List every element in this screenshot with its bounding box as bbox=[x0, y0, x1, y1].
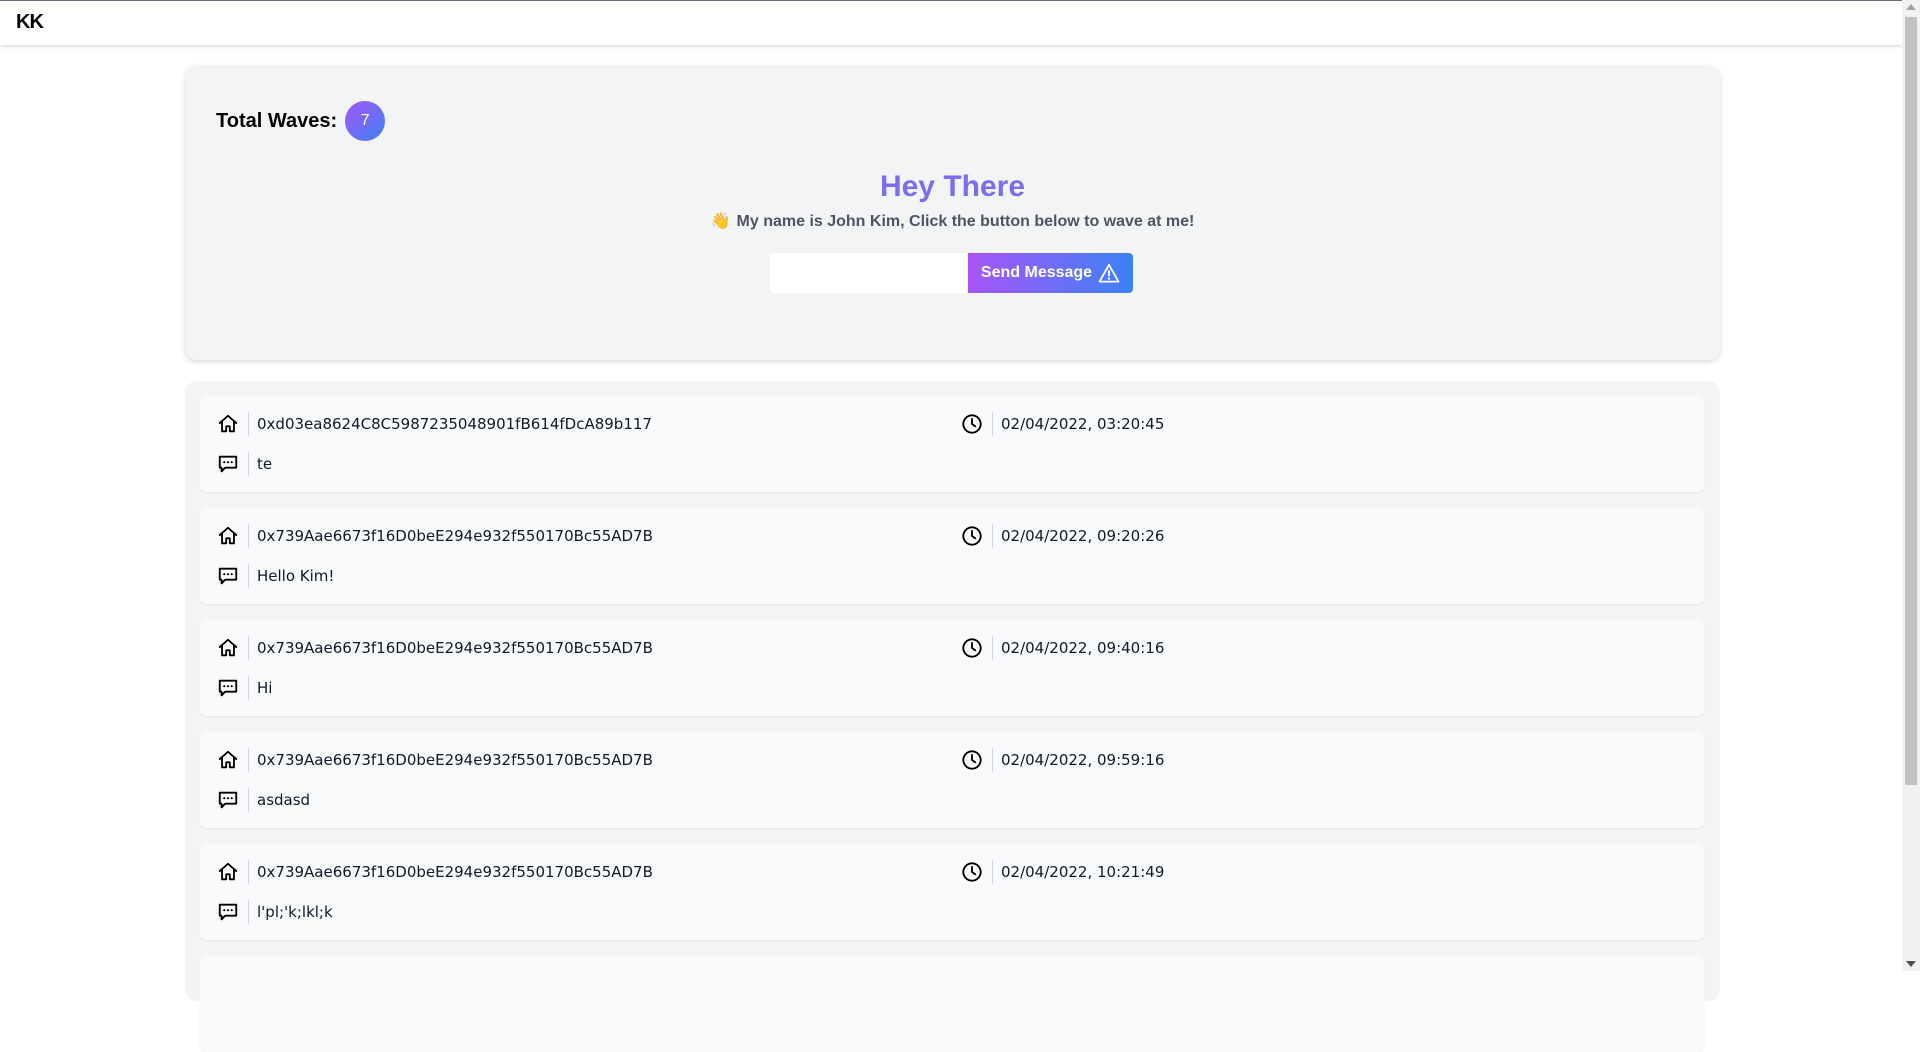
chat-icon bbox=[214, 450, 242, 478]
wave-card: 0x739Aae6673f16D0beE294e932f550170Bc55AD… bbox=[200, 732, 1704, 828]
wave-address-row: 0x739Aae6673f16D0beE294e932f550170Bc55AD… bbox=[214, 858, 653, 886]
wave-address: 0xd03ea8624C8C5987235048901fB614fDcA89b1… bbox=[257, 415, 652, 433]
wave-address-row: 0xd03ea8624C8C5987235048901fB614fDcA89b1… bbox=[214, 410, 652, 438]
chat-icon bbox=[214, 786, 242, 814]
wave-time-row: 02/04/2022, 09:59:16 bbox=[958, 746, 1164, 774]
clock-icon bbox=[958, 522, 986, 550]
wave-address: 0x739Aae6673f16D0beE294e932f550170Bc55AD… bbox=[257, 639, 653, 657]
wave-time-row: 02/04/2022, 10:21:49 bbox=[958, 858, 1164, 886]
total-waves: Total Waves: 7 bbox=[216, 101, 386, 141]
send-message-label: Send Message bbox=[980, 264, 1093, 281]
divider bbox=[992, 860, 993, 884]
wave-address-row: 0x739Aae6673f16D0beE294e932f550170Bc55AD… bbox=[214, 746, 653, 774]
wave-time-row: 02/04/2022, 09:20:26 bbox=[958, 522, 1164, 550]
navbar: KK bbox=[0, 1, 1902, 45]
waves-list: 0xd03ea8624C8C5987235048901fB614fDcA89b1… bbox=[185, 381, 1720, 1052]
wave-message: asdasd bbox=[257, 791, 311, 809]
chat-icon bbox=[214, 898, 242, 926]
clock-icon bbox=[958, 634, 986, 662]
wave-card: 0x739Aae6673f16D0beE294e932f550170Bc55AD… bbox=[200, 508, 1704, 604]
wave-address-row: 0x739Aae6673f16D0beE294e932f550170Bc55AD… bbox=[214, 634, 653, 662]
wave-address: 0x739Aae6673f16D0beE294e932f550170Bc55AD… bbox=[257, 527, 653, 545]
scroll-down-arrow[interactable] bbox=[1906, 961, 1916, 967]
home-icon bbox=[214, 634, 242, 662]
wave-message-row: Hi bbox=[214, 674, 272, 702]
divider bbox=[248, 524, 249, 548]
wave-address-row: 0x739Aae6673f16D0beE294e932f550170Bc55AD… bbox=[214, 522, 653, 550]
scrollbar-thumb[interactable] bbox=[1905, 17, 1917, 785]
chat-icon bbox=[214, 674, 242, 702]
wave-time-row: 02/04/2022, 09:40:16 bbox=[958, 634, 1164, 662]
waving-hand-icon: 👋 bbox=[710, 213, 731, 230]
total-waves-count-badge: 7 bbox=[345, 101, 386, 141]
divider bbox=[248, 636, 249, 660]
wave-timestamp: 02/04/2022, 03:20:45 bbox=[1001, 415, 1165, 433]
warning-triangle-icon bbox=[1098, 263, 1120, 283]
divider bbox=[992, 748, 993, 772]
divider bbox=[248, 452, 249, 476]
wave-timestamp: 02/04/2022, 09:59:16 bbox=[1001, 751, 1165, 769]
wave-card bbox=[200, 956, 1704, 1052]
wave-card: 0x739Aae6673f16D0beE294e932f550170Bc55AD… bbox=[200, 844, 1704, 940]
hero-subtitle-text: My name is John Kim, Click the button be… bbox=[736, 213, 1195, 230]
wave-message: te bbox=[257, 455, 273, 473]
wave-timestamp: 02/04/2022, 09:20:26 bbox=[1001, 527, 1165, 545]
divider bbox=[248, 412, 249, 436]
send-message-button[interactable]: Send Message bbox=[968, 253, 1133, 293]
home-icon bbox=[214, 522, 242, 550]
clock-icon bbox=[958, 410, 986, 438]
logo[interactable]: KK bbox=[16, 11, 44, 34]
wave-card: 0xd03ea8624C8C5987235048901fB614fDcA89b1… bbox=[200, 396, 1704, 492]
wave-timestamp: 02/04/2022, 09:40:16 bbox=[1001, 639, 1165, 657]
wave-message-row: l'pl;'k;lkl;k bbox=[214, 898, 333, 926]
wave-message-row: te bbox=[214, 450, 272, 478]
wave-card: 0x739Aae6673f16D0beE294e932f550170Bc55AD… bbox=[200, 620, 1704, 716]
wave-message: Hello Kim! bbox=[257, 567, 335, 585]
total-waves-label: Total Waves: bbox=[216, 109, 338, 132]
divider bbox=[248, 900, 249, 924]
wave-message: l'pl;'k;lkl;k bbox=[257, 903, 333, 921]
wave-time-row: 02/04/2022, 03:20:45 bbox=[958, 410, 1164, 438]
hero-title: Hey There bbox=[879, 170, 1026, 203]
divider bbox=[992, 412, 993, 436]
divider bbox=[248, 788, 249, 812]
wave-message-row: Hello Kim! bbox=[214, 562, 334, 590]
clock-icon bbox=[958, 746, 986, 774]
home-icon bbox=[214, 858, 242, 886]
wave-address: 0x739Aae6673f16D0beE294e932f550170Bc55AD… bbox=[257, 863, 653, 881]
divider bbox=[992, 524, 993, 548]
home-icon bbox=[214, 746, 242, 774]
clock-icon bbox=[958, 858, 986, 886]
message-input[interactable] bbox=[770, 253, 968, 293]
divider bbox=[992, 636, 993, 660]
home-icon bbox=[214, 410, 242, 438]
hero-subtitle: 👋 My name is John Kim, Click the button b… bbox=[185, 211, 1720, 231]
divider bbox=[248, 564, 249, 588]
wave-message: Hi bbox=[257, 679, 273, 697]
scroll-up-arrow[interactable] bbox=[1906, 4, 1916, 10]
wave-address: 0x739Aae6673f16D0beE294e932f550170Bc55AD… bbox=[257, 751, 653, 769]
wave-hero-panel: Total Waves: 7 Hey There 👋 My name is Joh… bbox=[185, 66, 1720, 360]
wave-form: Send Message bbox=[770, 253, 1133, 293]
wave-timestamp: 02/04/2022, 10:21:49 bbox=[1001, 863, 1165, 881]
divider bbox=[248, 748, 249, 772]
divider bbox=[248, 676, 249, 700]
wave-message-row: asdasd bbox=[214, 786, 310, 814]
chat-icon bbox=[214, 562, 242, 590]
vertical-scrollbar[interactable] bbox=[1902, 0, 1920, 971]
divider bbox=[248, 860, 249, 884]
